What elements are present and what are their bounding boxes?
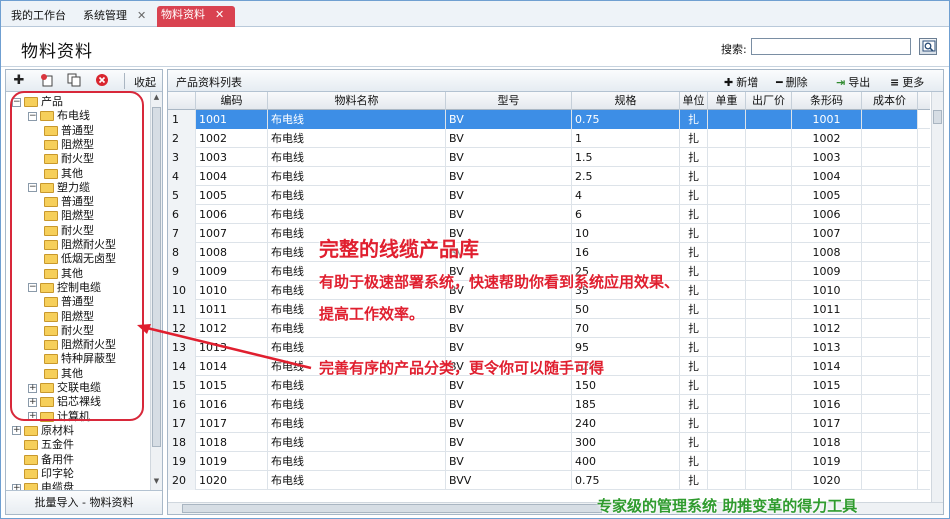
app-window: 我的工作台 系统管理 ✕ 物料资料 ✕ 物料资料 搜索: ✚ 收起 − 产品 − 布电线普 — [0, 0, 950, 519]
promo-line-3: 完善有序的产品分类，更令你可以随手可得 — [319, 359, 605, 377]
promo-title: 完整的线缆产品库 — [319, 237, 479, 261]
promo-line-2: 提高工作效率。 — [319, 305, 425, 323]
slogan: 专家级的管理系统 助推变革的得力工具 — [597, 497, 858, 515]
promo-line-1: 有助于极速部署系统，快速帮助你看到系统应用效果、 — [319, 273, 680, 291]
